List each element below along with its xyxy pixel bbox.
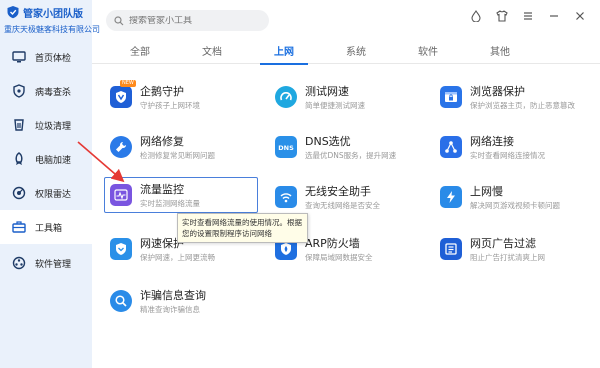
tooltip: 实时查看网络流量的使用情况。根据您的设置限制程序访问网络 — [177, 213, 308, 243]
brand: 管家小团队版 重庆天极魅客科技有限公司 — [0, 0, 100, 40]
shield-logo-icon — [7, 6, 19, 19]
sidebar-item-toolbox[interactable]: 工具箱 — [0, 210, 92, 244]
sidebar-item-label: 垃圾清理 — [35, 121, 72, 132]
magnifier-icon — [110, 290, 132, 312]
tool-desc: 阻止广告打扰清爽上网 — [470, 253, 545, 262]
shirt-icon[interactable] — [494, 8, 510, 24]
sidebar-item-label: 工具箱 — [35, 223, 63, 234]
tool-name: 上网慢 — [470, 185, 503, 198]
tab-internet[interactable]: 上网 — [254, 36, 314, 65]
sidebar-item-label: 首页体检 — [35, 53, 72, 64]
tool-desc: 精准查询诈骗信息 — [140, 305, 200, 314]
sidebar-item-cleanup[interactable]: 垃圾清理 — [0, 108, 92, 142]
sidebar: 管家小团队版 重庆天极魅客科技有限公司 首页体检 病毒查杀 垃圾清理 电脑加速 … — [0, 0, 100, 368]
wrench-icon — [110, 136, 132, 158]
sidebar-item-checkup[interactable]: 首页体检 — [0, 40, 92, 74]
tool-penguin-guard[interactable]: NEW 企鹅守护 守护孩子上网环境 — [105, 80, 255, 116]
tab-all[interactable]: 全部 — [110, 36, 170, 64]
tool-wifi-security[interactable]: 无线安全助手 查询无线网络是否安全 — [270, 180, 420, 216]
shield-icon — [12, 84, 26, 98]
penguin-shield-icon — [110, 86, 132, 108]
window-controls — [468, 8, 588, 24]
skin-icon[interactable] — [468, 8, 484, 24]
tool-name: 测试网速 — [305, 85, 349, 98]
tool-name: 企鹅守护 — [140, 85, 184, 98]
sidebar-item-label: 电脑加速 — [35, 155, 72, 166]
menu-icon[interactable] — [520, 8, 536, 24]
wifi-shield-icon — [275, 186, 297, 208]
tool-name: 诈骗信息查询 — [140, 289, 206, 302]
sidebar-item-software[interactable]: 软件管理 — [0, 246, 92, 280]
tab-system[interactable]: 系统 — [326, 36, 386, 64]
search-icon — [114, 15, 124, 25]
traffic-chart-icon — [110, 184, 132, 206]
tool-name: 浏览器保护 — [470, 85, 525, 98]
tool-network-repair[interactable]: 网络修复 检测修复常见断网问题 — [105, 130, 255, 166]
tool-browser-protect[interactable]: 浏览器保护 保护浏览器主页，防止恶意篡改 — [435, 80, 585, 116]
sidebar-item-permission-radar[interactable]: 权限雷达 — [0, 176, 92, 210]
tool-speed-test[interactable]: 测试网速 简单便捷测试网速 — [270, 80, 420, 116]
tool-desc: 实时监测网络流量 — [140, 199, 200, 208]
new-badge: NEW — [120, 80, 136, 87]
tool-name: 网络连接 — [470, 135, 514, 148]
tool-desc: 保障局域网数据安全 — [305, 253, 373, 262]
tool-name: 网页广告过滤 — [470, 237, 536, 250]
rocket-icon — [12, 152, 26, 166]
brand-subtitle: 重庆天极魅客科技有限公司 — [4, 25, 100, 34]
ad-block-icon — [440, 238, 462, 260]
tab-software[interactable]: 软件 — [398, 36, 458, 64]
speedometer-icon — [275, 86, 297, 108]
tool-name: 无线安全助手 — [305, 185, 371, 198]
tool-desc: 守护孩子上网环境 — [140, 101, 200, 110]
search-input[interactable] — [129, 15, 259, 26]
tool-desc: 解决网页游戏视频卡顿问题 — [470, 201, 560, 210]
monitor-icon — [12, 50, 26, 64]
tool-name: 流量监控 — [140, 183, 184, 196]
tool-desc: 简单便捷测试网速 — [305, 101, 365, 110]
category-tabs: 全部 文档 上网 系统 软件 其他 — [92, 36, 600, 65]
app-store-icon — [12, 256, 26, 270]
minimize-icon[interactable] — [546, 8, 562, 24]
tool-ad-filter[interactable]: 网页广告过滤 阻止广告打扰清爽上网 — [435, 232, 585, 268]
lightning-icon — [440, 186, 462, 208]
tool-name: 网络修复 — [140, 135, 184, 148]
sidebar-item-label: 病毒查杀 — [35, 87, 72, 98]
tool-desc: 查询无线网络是否安全 — [305, 201, 380, 210]
tool-name: DNS选优 — [305, 135, 351, 148]
svg-text:DNS: DNS — [278, 144, 294, 152]
tool-slow-internet[interactable]: 上网慢 解决网页游戏视频卡顿问题 — [435, 180, 585, 216]
search-bar[interactable] — [106, 10, 269, 31]
browser-lock-icon — [440, 86, 462, 108]
tool-fraud-lookup[interactable]: 诈骗信息查询 精准查询诈骗信息 — [105, 284, 255, 320]
tool-desc: 实时查看网络连接情况 — [470, 151, 545, 160]
toolbox-icon — [12, 220, 26, 234]
tool-network-connections[interactable]: 网络连接 实时查看网络连接情况 — [435, 130, 585, 166]
tool-dns-optimize[interactable]: DNS DNS选优 选最优DNS服务，提升网速 — [270, 130, 420, 166]
radar-icon — [12, 186, 26, 200]
sidebar-item-virus-scan[interactable]: 病毒查杀 — [0, 74, 92, 108]
speed-shield-icon — [110, 238, 132, 260]
tool-desc: 选最优DNS服务，提升网速 — [305, 151, 397, 160]
tab-docs[interactable]: 文档 — [182, 36, 242, 64]
sidebar-item-speedup[interactable]: 电脑加速 — [0, 142, 92, 176]
tool-traffic-monitor[interactable]: 流量监控 实时监测网络流量 — [104, 177, 258, 213]
tab-other[interactable]: 其他 — [470, 36, 530, 64]
tool-desc: 检测修复常见断网问题 — [140, 151, 215, 160]
dns-icon: DNS — [275, 136, 297, 158]
close-icon[interactable] — [572, 8, 588, 24]
sidebar-item-label: 软件管理 — [35, 259, 72, 270]
brand-title: 管家小团队版 — [23, 9, 83, 20]
sidebar-item-label: 权限雷达 — [35, 189, 72, 200]
tool-desc: 保护网速，上网更流畅 — [140, 253, 215, 262]
broom-icon — [12, 118, 26, 132]
connection-icon — [440, 136, 462, 158]
tool-name: ARP防火墙 — [305, 237, 360, 250]
tool-desc: 保护浏览器主页，防止恶意篡改 — [470, 101, 575, 110]
